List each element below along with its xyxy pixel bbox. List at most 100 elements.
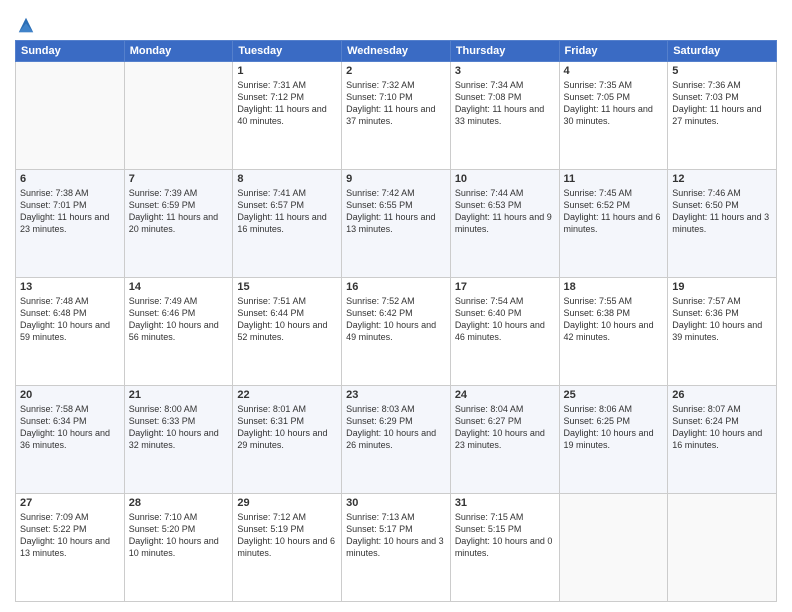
calendar-cell: 30 Sunrise: 7:13 AM Sunset: 5:17 PM Dayli… [342,494,451,602]
day-number: 11 [564,173,664,185]
day-number: 16 [346,281,446,293]
calendar-cell: 3 Sunrise: 7:34 AM Sunset: 7:08 PM Daylig… [450,62,559,170]
calendar-cell: 19 Sunrise: 7:57 AM Sunset: 6:36 PM Dayli… [668,278,777,386]
calendar-cell [124,62,233,170]
calendar-cell: 6 Sunrise: 7:38 AM Sunset: 7:01 PM Daylig… [16,170,125,278]
header [15,10,777,34]
day-info: Sunrise: 8:06 AM Sunset: 6:25 PM Dayligh… [564,403,664,452]
day-number: 28 [129,497,229,509]
day-info: Sunrise: 7:10 AM Sunset: 5:20 PM Dayligh… [129,511,229,560]
day-info: Sunrise: 7:32 AM Sunset: 7:10 PM Dayligh… [346,79,446,128]
calendar-header-wednesday: Wednesday [342,41,451,62]
day-info: Sunrise: 7:58 AM Sunset: 6:34 PM Dayligh… [20,403,120,452]
day-info: Sunrise: 7:44 AM Sunset: 6:53 PM Dayligh… [455,187,555,236]
calendar-cell [668,494,777,602]
calendar-header-thursday: Thursday [450,41,559,62]
day-number: 29 [237,497,337,509]
day-number: 31 [455,497,555,509]
calendar-cell: 22 Sunrise: 8:01 AM Sunset: 6:31 PM Dayli… [233,386,342,494]
day-number: 21 [129,389,229,401]
day-number: 15 [237,281,337,293]
day-info: Sunrise: 7:54 AM Sunset: 6:40 PM Dayligh… [455,295,555,344]
day-info: Sunrise: 7:36 AM Sunset: 7:03 PM Dayligh… [672,79,772,128]
calendar-cell: 25 Sunrise: 8:06 AM Sunset: 6:25 PM Dayli… [559,386,668,494]
day-info: Sunrise: 7:42 AM Sunset: 6:55 PM Dayligh… [346,187,446,236]
calendar-cell: 5 Sunrise: 7:36 AM Sunset: 7:03 PM Daylig… [668,62,777,170]
day-number: 3 [455,65,555,77]
day-info: Sunrise: 7:38 AM Sunset: 7:01 PM Dayligh… [20,187,120,236]
calendar-header-tuesday: Tuesday [233,41,342,62]
calendar-cell: 28 Sunrise: 7:10 AM Sunset: 5:20 PM Dayli… [124,494,233,602]
day-number: 9 [346,173,446,185]
day-info: Sunrise: 8:04 AM Sunset: 6:27 PM Dayligh… [455,403,555,452]
day-info: Sunrise: 7:48 AM Sunset: 6:48 PM Dayligh… [20,295,120,344]
calendar-cell: 10 Sunrise: 7:44 AM Sunset: 6:53 PM Dayli… [450,170,559,278]
day-info: Sunrise: 7:12 AM Sunset: 5:19 PM Dayligh… [237,511,337,560]
day-number: 22 [237,389,337,401]
calendar-cell: 9 Sunrise: 7:42 AM Sunset: 6:55 PM Daylig… [342,170,451,278]
day-number: 30 [346,497,446,509]
day-info: Sunrise: 7:34 AM Sunset: 7:08 PM Dayligh… [455,79,555,128]
day-number: 12 [672,173,772,185]
calendar-cell: 23 Sunrise: 8:03 AM Sunset: 6:29 PM Dayli… [342,386,451,494]
calendar-cell: 13 Sunrise: 7:48 AM Sunset: 6:48 PM Dayli… [16,278,125,386]
calendar-header-sunday: Sunday [16,41,125,62]
calendar-header-monday: Monday [124,41,233,62]
calendar-cell: 12Sunrise: 7:46 AM Sunset: 6:50 PM Dayli… [668,170,777,278]
calendar-header-saturday: Saturday [668,41,777,62]
calendar-cell: 27Sunrise: 7:09 AM Sunset: 5:22 PM Dayli… [16,494,125,602]
day-number: 14 [129,281,229,293]
day-number: 4 [564,65,664,77]
day-info: Sunrise: 7:52 AM Sunset: 6:42 PM Dayligh… [346,295,446,344]
calendar-cell: 2 Sunrise: 7:32 AM Sunset: 7:10 PM Daylig… [342,62,451,170]
calendar-week-4: 20 Sunrise: 7:58 AM Sunset: 6:34 PM Dayli… [16,386,777,494]
calendar-cell: 7Sunrise: 7:39 AM Sunset: 6:59 PM Daylig… [124,170,233,278]
calendar-cell [559,494,668,602]
day-number: 26 [672,389,772,401]
calendar-week-1: 1 Sunrise: 7:31 AM Sunset: 7:12 PM Daylig… [16,62,777,170]
logo [15,14,35,34]
calendar-cell: 20 Sunrise: 7:58 AM Sunset: 6:34 PM Dayli… [16,386,125,494]
day-info: Sunrise: 7:57 AM Sunset: 6:36 PM Dayligh… [672,295,772,344]
day-number: 19 [672,281,772,293]
calendar-cell: 14Sunrise: 7:49 AM Sunset: 6:46 PM Dayli… [124,278,233,386]
logo-icon [17,16,35,34]
day-number: 7 [129,173,229,185]
day-info: Sunrise: 7:13 AM Sunset: 5:17 PM Dayligh… [346,511,446,560]
calendar-table: SundayMondayTuesdayWednesdayThursdayFrid… [15,40,777,602]
day-number: 8 [237,173,337,185]
calendar-cell: 26 Sunrise: 8:07 AM Sunset: 6:24 PM Dayli… [668,386,777,494]
day-info: Sunrise: 8:07 AM Sunset: 6:24 PM Dayligh… [672,403,772,452]
calendar-cell: 8 Sunrise: 7:41 AM Sunset: 6:57 PM Daylig… [233,170,342,278]
day-info: Sunrise: 7:09 AM Sunset: 5:22 PM Dayligh… [20,511,120,560]
calendar-cell: 24 Sunrise: 8:04 AM Sunset: 6:27 PM Dayli… [450,386,559,494]
day-info: Sunrise: 7:41 AM Sunset: 6:57 PM Dayligh… [237,187,337,236]
day-info: Sunrise: 8:01 AM Sunset: 6:31 PM Dayligh… [237,403,337,452]
calendar-header-friday: Friday [559,41,668,62]
day-info: Sunrise: 7:45 AM Sunset: 6:52 PM Dayligh… [564,187,664,236]
page: SundayMondayTuesdayWednesdayThursdayFrid… [0,0,792,612]
day-number: 2 [346,65,446,77]
day-number: 13 [20,281,120,293]
day-number: 5 [672,65,772,77]
day-info: Sunrise: 7:35 AM Sunset: 7:05 PM Dayligh… [564,79,664,128]
calendar-cell: 17Sunrise: 7:54 AM Sunset: 6:40 PM Dayli… [450,278,559,386]
calendar-cell: 16 Sunrise: 7:52 AM Sunset: 6:42 PM Dayli… [342,278,451,386]
day-number: 1 [237,65,337,77]
calendar-week-3: 13 Sunrise: 7:48 AM Sunset: 6:48 PM Dayli… [16,278,777,386]
calendar-cell: 31 Sunrise: 7:15 AM Sunset: 5:15 PM Dayli… [450,494,559,602]
day-number: 25 [564,389,664,401]
calendar-header-row: SundayMondayTuesdayWednesdayThursdayFrid… [16,41,777,62]
calendar-week-2: 6 Sunrise: 7:38 AM Sunset: 7:01 PM Daylig… [16,170,777,278]
day-info: Sunrise: 7:51 AM Sunset: 6:44 PM Dayligh… [237,295,337,344]
calendar-cell [16,62,125,170]
day-number: 10 [455,173,555,185]
day-info: Sunrise: 7:31 AM Sunset: 7:12 PM Dayligh… [237,79,337,128]
calendar-cell: 15 Sunrise: 7:51 AM Sunset: 6:44 PM Dayli… [233,278,342,386]
day-number: 20 [20,389,120,401]
day-number: 6 [20,173,120,185]
day-info: Sunrise: 7:15 AM Sunset: 5:15 PM Dayligh… [455,511,555,560]
day-info: Sunrise: 8:03 AM Sunset: 6:29 PM Dayligh… [346,403,446,452]
day-number: 24 [455,389,555,401]
day-number: 23 [346,389,446,401]
